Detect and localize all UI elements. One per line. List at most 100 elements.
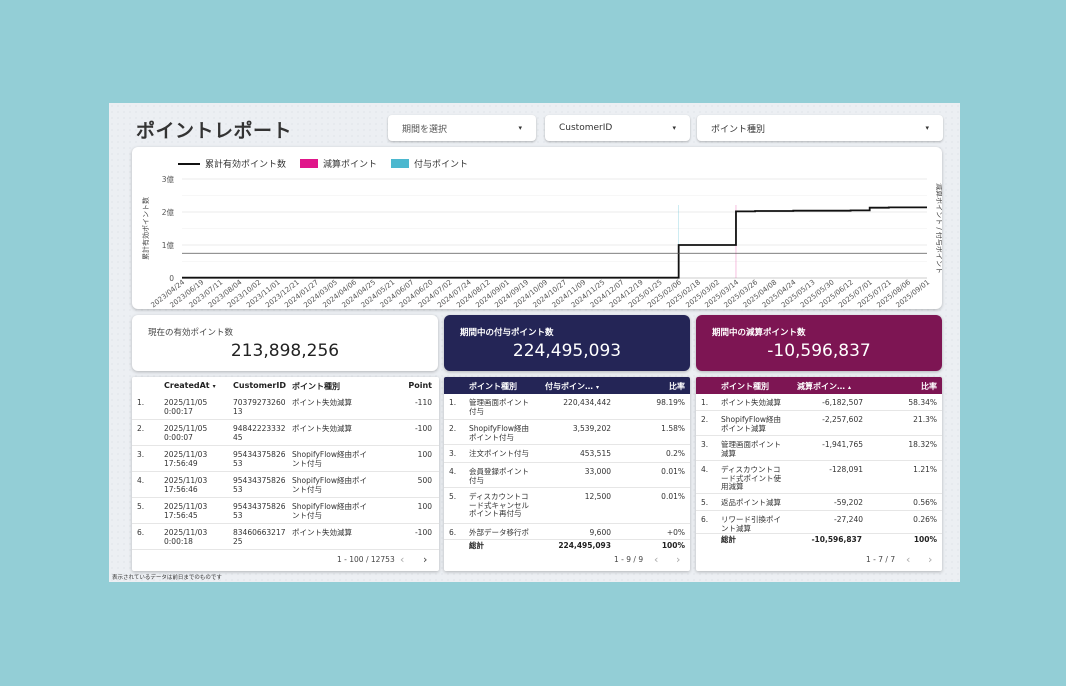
ratio-value: 0.26% <box>913 515 937 524</box>
created-date-line2: 17:56:46 <box>164 484 198 494</box>
point-type-line2: ント付与 <box>292 458 322 468</box>
point-amount: 220,434,442 <box>563 398 611 407</box>
table-row[interactable]: 4. ディスカウントコ ード式ポイント使 用減算 -128,091 1.21% <box>696 461 942 494</box>
column-header-ratio[interactable]: 比率 <box>921 381 937 392</box>
point-type-filter[interactable]: ポイント種別 ▾ <box>697 115 943 141</box>
next-page-button[interactable]: › <box>676 553 680 566</box>
point-amount: -1,941,765 <box>822 440 863 449</box>
created-date-line2: 0:00:18 <box>164 536 193 546</box>
point-type-line2: ポイント付与 <box>469 432 514 442</box>
table-row[interactable]: 3. 管理画面ポイント 減算 -1,941,765 18.32% <box>696 436 942 461</box>
created-date-line2: 17:56:49 <box>164 458 198 468</box>
data-footnote: 表示されているデータは前日までのものです <box>112 575 222 581</box>
prev-page-button[interactable]: ‹ <box>400 553 404 566</box>
column-header-point[interactable]: Point <box>408 381 432 390</box>
column-header-subtracted-points[interactable]: 減算ポイン… ▴ <box>797 381 851 392</box>
table-row[interactable]: 2. ShopifyFlow経由 ポイント減算 -2,257,602 21.3% <box>696 411 942 436</box>
point-value: 100 <box>417 450 432 459</box>
pagination: 1 - 7 / 7 ‹ › <box>696 553 942 567</box>
created-date-line2: 0:00:07 <box>164 432 193 442</box>
table-body: 1. ポイント失効減算 -6,182,507 58.34% 2. ShopifyFlow経… <box>696 394 942 534</box>
point-type: リワード引換ポイ ント減算 <box>721 515 781 533</box>
column-header-ratio[interactable]: 比率 <box>669 381 685 392</box>
point-type: ディスカウントコ ード式ポイント使 用減算 <box>721 465 781 492</box>
ratio-value: 0.56% <box>913 498 937 507</box>
point-amount: -6,182,507 <box>822 398 863 407</box>
line-chart[interactable]: 01億2億3億累計有効ポイント数減算ポイント / 付与ポイント2023/04/2… <box>132 147 942 309</box>
table-row[interactable]: 2. ShopifyFlow経由 ポイント付与 3,539,202 1.58% <box>444 420 690 445</box>
table-row[interactable]: 1. 2025/11/05 0:00:17 70379273260 13 ポイント失効減算… <box>132 394 439 420</box>
row-index: 1. <box>137 398 145 407</box>
next-page-button[interactable]: › <box>928 553 932 566</box>
column-header-customerid[interactable]: CustomerID <box>233 381 286 390</box>
sort-desc-icon: ▾ <box>212 383 216 390</box>
point-type-line2: 減算 <box>721 448 736 458</box>
table-row[interactable]: 4. 会員登録ポイント 付与 33,000 0.01% <box>444 463 690 488</box>
series-line-cumulative[interactable] <box>182 206 927 279</box>
sort-desc-icon: ▾ <box>596 384 600 391</box>
date-range-filter[interactable]: 期間を選択 ▾ <box>388 115 536 141</box>
sort-asc-icon: ▴ <box>848 384 852 391</box>
point-type-line3: 用減算 <box>721 482 744 491</box>
point-amount: 9,600 <box>589 528 611 537</box>
table-row[interactable]: 6. 外部データ移行ポ 9,600 +0% <box>444 524 690 540</box>
customer-id: 83460663217 25 <box>233 528 286 546</box>
point-value: -100 <box>414 528 432 537</box>
transactions-table: CreatedAt ▾ CustomerID ポイント種別 Point 1. 202… <box>132 377 439 571</box>
pagination-range: 1 - 7 / 7 <box>866 555 896 564</box>
table-row[interactable]: 6. リワード引換ポイ ント減算 -27,240 0.26% <box>696 511 942 534</box>
customer-id: 70379273260 13 <box>233 398 286 416</box>
kpi-card-granted: 期間中の付与ポイント数 224,495,093 <box>444 315 690 371</box>
kpi-label: 期間中の付与ポイント数 <box>460 328 554 338</box>
created-date-line2: 17:56:45 <box>164 510 198 520</box>
column-header-point-type[interactable]: ポイント種別 <box>292 381 340 392</box>
kpi-card-current: 現在の有効ポイント数 213,898,256 <box>132 315 438 371</box>
table-row[interactable]: 3. 注文ポイント付与 453,515 0.2% <box>444 445 690 463</box>
created-date: 2025/11/03 17:56:49 <box>164 450 207 468</box>
table-row[interactable]: 4. 2025/11/03 17:56:46 95434375826 53 Shopify… <box>132 472 439 498</box>
chevron-down-icon: ▾ <box>518 124 522 132</box>
table-row[interactable]: 5. 2025/11/03 17:56:45 95434375826 53 Shopify… <box>132 498 439 524</box>
point-type: ShopifyFlow経由ポイント付与 <box>292 450 367 468</box>
y-tick-label: 1億 <box>162 240 175 250</box>
table-row[interactable]: 6. 2025/11/03 0:00:18 83460663217 25 ポイント失効減算… <box>132 524 439 550</box>
table-row[interactable]: 3. 2025/11/03 17:56:49 95434375826 53 Shopify… <box>132 446 439 472</box>
point-type-line1: 注文ポイント付与 <box>469 449 529 458</box>
created-date: 2025/11/03 17:56:46 <box>164 476 207 494</box>
point-type: ポイント失効減算 <box>292 528 352 538</box>
table-body: 1. 管理画面ポイント 付与 220,434,442 98.19% 2. ShopifyFl… <box>444 394 690 540</box>
table-row[interactable]: 5. 返品ポイント減算 -59,202 0.56% <box>696 494 942 511</box>
row-index: 6. <box>137 528 145 537</box>
ratio-value: 0.01% <box>661 492 685 501</box>
table-row[interactable]: 1. ポイント失効減算 -6,182,507 58.34% <box>696 394 942 411</box>
table-row[interactable]: 5. ディスカウントコ ード式キャンセル ポイント再付与 12,500 0.01% <box>444 488 690 524</box>
table-body: 1. 2025/11/05 0:00:17 70379273260 13 ポイント失効減算… <box>132 394 439 550</box>
point-type: 管理画面ポイント 減算 <box>721 440 781 458</box>
ratio-value: 0.01% <box>661 467 685 476</box>
kpi-card-subtracted: 期間中の減算ポイント数 -10,596,837 <box>696 315 942 371</box>
prev-page-button[interactable]: ‹ <box>654 553 658 566</box>
points-chart-card: 累計有効ポイント数 減算ポイント 付与ポイント 0 1億 2億 3億 累計有効ポイント数… <box>132 147 942 309</box>
column-header-point-type[interactable]: ポイント種別 <box>469 381 517 392</box>
point-type-line2: ント付与 <box>292 484 322 494</box>
kpi-value: 224,495,093 <box>512 341 622 361</box>
table-row[interactable]: 2. 2025/11/05 0:00:07 94842223332 45 ポイント失効減算… <box>132 420 439 446</box>
next-page-button[interactable]: › <box>423 553 427 566</box>
prev-page-button[interactable]: ‹ <box>906 553 910 566</box>
kpi-label: 現在の有効ポイント数 <box>148 328 234 338</box>
row-index: 5. <box>137 502 145 511</box>
column-header-point-type[interactable]: ポイント種別 <box>721 381 769 392</box>
column-header-createdat[interactable]: CreatedAt ▾ <box>164 381 216 390</box>
column-header-granted-points[interactable]: 付与ポイン… ▾ <box>545 381 599 392</box>
created-date: 2025/11/03 0:00:18 <box>164 528 207 546</box>
table-row[interactable]: 1. 管理画面ポイント 付与 220,434,442 98.19% <box>444 394 690 420</box>
table-header: CreatedAt ▾ CustomerID ポイント種別 Point <box>132 377 439 394</box>
created-date: 2025/11/03 17:56:45 <box>164 502 207 520</box>
y-tick-label: 3億 <box>162 174 175 184</box>
row-index: 4. <box>137 476 145 485</box>
customer-id-line2: 45 <box>233 432 243 442</box>
customer-id-filter[interactable]: CustomerID ▾ <box>545 115 690 141</box>
created-date: 2025/11/05 0:00:17 <box>164 398 207 416</box>
point-type-line2: ント減算 <box>721 523 751 533</box>
row-index: 6. <box>701 515 709 524</box>
